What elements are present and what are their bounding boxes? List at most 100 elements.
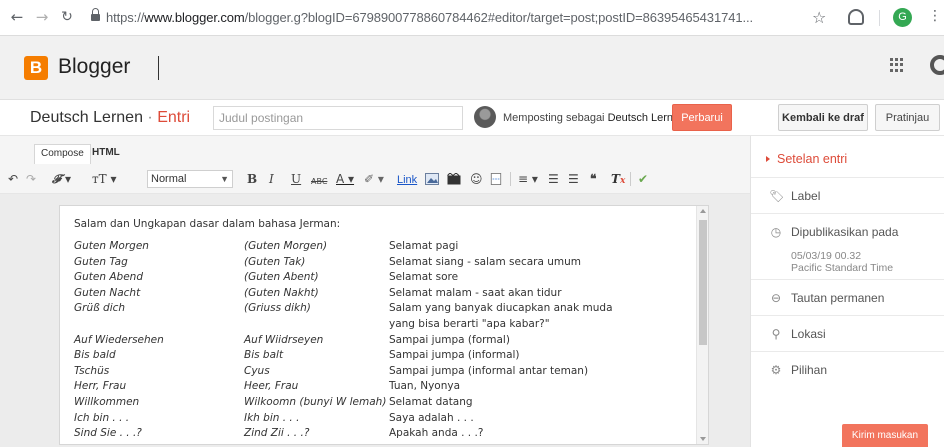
scrollbar-thumb[interactable] xyxy=(699,220,707,345)
link-icon: ⊖ xyxy=(770,291,782,305)
bulleted-list-icon[interactable]: ☰ xyxy=(568,171,579,187)
editor-area: Salam dan Ungkapan dasar dalam bahasa Je… xyxy=(0,194,750,447)
sidebar-item-options[interactable]: ⚙ Pilihan xyxy=(751,352,944,388)
font-size-icon[interactable]: тT ▾ xyxy=(92,171,116,187)
undo-icon[interactable]: ↶ xyxy=(8,171,18,187)
brand-name[interactable]: Blogger xyxy=(58,55,130,79)
section-label: Entri xyxy=(157,109,191,126)
bold-icon[interactable]: B xyxy=(247,171,257,187)
intro-text: Salam dan Ungkapan dasar dalam bahasa Je… xyxy=(74,218,341,230)
send-feedback-button[interactable]: Kirim masukan xyxy=(842,424,928,447)
preview-button[interactable]: Pratinjau xyxy=(875,104,940,131)
caret-right-icon xyxy=(766,156,770,162)
post-body-editor[interactable]: Salam dan Ungkapan dasar dalam bahasa Je… xyxy=(59,205,709,445)
scroll-up-arrow-icon[interactable] xyxy=(700,209,706,213)
url-path: /blogger.g?blogID=6798900778860784462#ed… xyxy=(244,10,753,25)
pronunciation: (Guten Tak) xyxy=(244,255,306,268)
published-date: 05/03/19 00.32 xyxy=(791,250,862,262)
clear-formatting-icon[interactable]: Tx xyxy=(611,171,625,189)
address-bar[interactable]: https://www.blogger.com/blogger.g?blogID… xyxy=(106,10,753,25)
profile-avatar[interactable]: G xyxy=(893,8,912,27)
extension-icon[interactable] xyxy=(848,9,864,25)
german-phrase: Ich bin . . . xyxy=(74,411,130,424)
german-phrase: Guten Abend xyxy=(74,271,143,284)
sidebar-item-label: Lokasi xyxy=(791,327,826,341)
quote-icon[interactable]: ❝ xyxy=(590,171,596,187)
indonesian-translation: Salam yang banyak diucapkan anak muda xyxy=(389,302,613,315)
toolbar-separator xyxy=(510,172,511,186)
insert-image-icon[interactable] xyxy=(425,173,439,185)
font-family-icon[interactable]: 𝓕 ▾ xyxy=(52,171,71,187)
mode-tabs: Compose HTML xyxy=(0,136,750,164)
tab-compose[interactable]: Compose xyxy=(34,144,91,164)
sidebar-item-label: Label xyxy=(791,189,821,203)
indonesian-translation: yang bisa berarti "apa kabar?" xyxy=(389,318,550,330)
heading-select[interactable]: Normal ▼ xyxy=(147,170,233,188)
account-icon[interactable] xyxy=(930,55,944,75)
indonesian-translation: Selamat malam - saat akan tidur xyxy=(389,286,562,299)
german-phrase: Guten Nacht xyxy=(74,286,141,299)
browser-menu-icon[interactable]: ⋮ xyxy=(928,8,942,24)
forward-arrow-icon[interactable]: → xyxy=(34,9,50,25)
sidebar-item-permalink[interactable]: ⊖ Tautan permanen xyxy=(751,280,944,316)
spellcheck-icon[interactable]: ✔ xyxy=(638,171,648,187)
indonesian-translation: Apakah anda . . .? xyxy=(389,427,484,440)
align-icon[interactable]: ≡ ▾ xyxy=(518,171,538,187)
url-host: www.blogger.com xyxy=(144,10,245,25)
sidebar-item-label: Tautan permanen xyxy=(791,291,885,305)
toolbar-separator xyxy=(630,172,631,186)
editor-header: Deutsch Lernen · Entri Memposting sebaga… xyxy=(0,100,944,136)
highlight-color-icon[interactable]: ✐ ▾ xyxy=(364,171,384,187)
indonesian-translation: Selamat sore xyxy=(389,271,459,284)
numbered-list-icon[interactable]: ☰ xyxy=(548,171,559,187)
pronunciation: (Guten Nakht) xyxy=(244,286,319,299)
blog-name-link[interactable]: Deutsch Lernen xyxy=(30,109,143,126)
indonesian-translation: Selamat siang - salam secara umum xyxy=(389,255,582,268)
user-avatar xyxy=(474,106,496,128)
scroll-down-arrow-icon[interactable] xyxy=(700,437,706,441)
revert-to-draft-button[interactable]: Kembali ke draf xyxy=(778,104,868,131)
app-header: B Blogger xyxy=(0,36,944,100)
indonesian-translation: Selamat pagi xyxy=(389,240,459,252)
post-settings-header[interactable]: Setelan entri xyxy=(751,142,944,178)
german-phrase: Sind Sie . . .? xyxy=(74,427,142,440)
italic-icon[interactable]: I xyxy=(269,171,274,187)
header-divider xyxy=(158,56,159,80)
german-phrase: Guten Tag xyxy=(74,255,128,268)
insert-link-button[interactable]: Link xyxy=(397,172,417,188)
insert-jump-break-icon[interactable] xyxy=(490,173,502,185)
german-phrase: Grüß dich xyxy=(74,302,126,315)
published-timezone: Pacific Standard Time xyxy=(791,262,894,274)
editor-scrollbar[interactable] xyxy=(696,206,708,444)
reload-icon[interactable]: ↻ xyxy=(59,9,75,25)
clock-icon: ◷ xyxy=(770,225,782,239)
underline-icon[interactable]: U xyxy=(291,171,301,187)
sidebar-item-labels[interactable]: 🏷 Label xyxy=(751,178,944,214)
emoji-icon[interactable]: ☺ xyxy=(470,171,483,187)
gear-icon: ⚙ xyxy=(770,363,782,377)
bookmark-star-icon[interactable]: ☆ xyxy=(812,8,826,27)
formatting-toolbar: ↶ ↷ 𝓕 ▾ тT ▾ Normal ▼ B I U ABC A ▾ ✐ ▾ L… xyxy=(0,164,750,194)
tag-icon: 🏷 xyxy=(769,189,785,203)
german-phrase: Bis bald xyxy=(74,349,116,362)
posting-as-label: Memposting sebagai xyxy=(503,112,605,124)
german-phrase: Tschüs xyxy=(74,364,110,377)
lock-icon xyxy=(91,8,100,21)
back-arrow-icon[interactable]: ← xyxy=(9,9,25,25)
toolbar-divider xyxy=(879,10,880,26)
update-button[interactable]: Perbarui xyxy=(672,104,732,131)
insert-video-icon[interactable] xyxy=(447,173,461,185)
tab-html[interactable]: HTML xyxy=(86,144,126,164)
blogger-logo-icon[interactable]: B xyxy=(24,56,48,80)
indonesian-translation: Selamat datang xyxy=(389,396,473,408)
sidebar-item-location[interactable]: ⚲ Lokasi xyxy=(751,316,944,352)
apps-grid-icon[interactable] xyxy=(890,58,904,72)
chevron-down-icon: ▼ xyxy=(220,174,229,184)
post-title-input[interactable] xyxy=(213,106,463,130)
redo-icon[interactable]: ↷ xyxy=(26,171,36,187)
pronunciation: Cyus xyxy=(244,364,270,377)
text-color-icon[interactable]: A ▾ xyxy=(336,171,354,187)
post-settings-title: Setelan entri xyxy=(777,152,848,166)
sidebar-item-published[interactable]: ◷ Dipublikasikan pada 05/03/19 00.32 Pac… xyxy=(751,214,944,280)
strikethrough-icon[interactable]: ABC xyxy=(311,174,327,190)
